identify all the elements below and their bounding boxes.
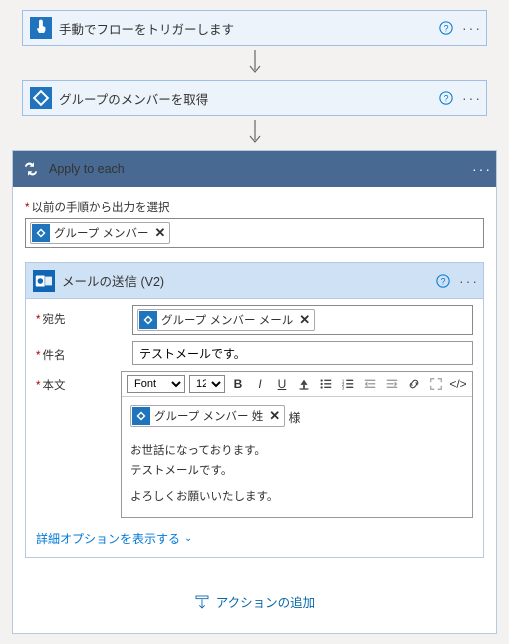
add-action-button[interactable]: アクションの追加: [25, 592, 484, 611]
svg-text:?: ?: [444, 24, 449, 34]
more-icon[interactable]: ···: [455, 269, 483, 293]
connector-arrow: [10, 116, 499, 150]
svg-text:?: ?: [441, 276, 446, 286]
bullet-list-button[interactable]: [317, 375, 335, 393]
send-mail-header[interactable]: メールの送信 (V2) ? ···: [26, 263, 483, 299]
dynamic-token[interactable]: グループ メンバー メール ✕: [137, 309, 315, 331]
strike-button[interactable]: [295, 375, 313, 393]
svg-text:3: 3: [342, 385, 345, 390]
azure-ad-icon: [132, 407, 150, 425]
token-remove-icon[interactable]: ✕: [155, 225, 166, 241]
outlook-icon: [26, 263, 62, 299]
rte-body[interactable]: グループ メンバー 姓 ✕ 様 お世話になっております。 テストメールです。 よ…: [122, 397, 472, 517]
apply-input-field[interactable]: グループ メンバー ✕: [25, 218, 484, 248]
more-icon[interactable]: ···: [458, 86, 486, 110]
code-view-button[interactable]: </>: [449, 375, 467, 393]
apply-to-each-title: Apply to each: [49, 162, 468, 176]
azure-ad-icon: [23, 80, 59, 116]
apply-to-each-header[interactable]: Apply to each ···: [13, 151, 496, 187]
help-icon[interactable]: ?: [434, 16, 458, 40]
outdent-button[interactable]: [361, 375, 379, 393]
underline-button[interactable]: U: [273, 375, 291, 393]
token-remove-icon[interactable]: ✕: [269, 408, 280, 424]
help-icon[interactable]: ?: [434, 86, 458, 110]
apply-input-label: *以前の手順から出力を選択: [25, 199, 484, 215]
svg-text:?: ?: [444, 94, 449, 104]
trigger-title: 手動でフローをトリガーします: [59, 19, 434, 38]
loop-icon: [13, 151, 49, 187]
send-mail-step: メールの送信 (V2) ? ··· *宛先 グループ メンバー メール: [25, 262, 484, 558]
token-remove-icon[interactable]: ✕: [299, 312, 310, 328]
get-members-title: グループのメンバーを取得: [59, 89, 434, 108]
richtext-editor: Font 12 B I U 123: [121, 371, 473, 518]
dynamic-token[interactable]: グループ メンバー ✕: [30, 222, 170, 244]
advanced-options-link[interactable]: 詳細オプションを表示する ⌄: [36, 530, 473, 547]
dynamic-token[interactable]: グループ メンバー 姓 ✕: [130, 405, 285, 427]
more-icon[interactable]: ···: [458, 16, 486, 40]
more-icon[interactable]: ···: [468, 157, 496, 181]
to-label: *宛先: [36, 305, 132, 327]
expand-button[interactable]: [427, 375, 445, 393]
get-members-step[interactable]: グループのメンバーを取得 ? ···: [22, 80, 487, 116]
to-field[interactable]: グループ メンバー メール ✕: [132, 305, 473, 335]
apply-to-each-container: Apply to each ··· *以前の手順から出力を選択 グループ メンバ…: [12, 150, 497, 634]
link-button[interactable]: [405, 375, 423, 393]
body-label: *本文: [36, 371, 121, 393]
subject-label: *件名: [36, 341, 132, 363]
help-icon[interactable]: ?: [431, 269, 455, 293]
font-select[interactable]: Font: [127, 375, 185, 393]
subject-input[interactable]: [132, 341, 473, 365]
touch-icon: [23, 10, 59, 46]
number-list-button[interactable]: 123: [339, 375, 357, 393]
azure-ad-icon: [139, 311, 157, 329]
chevron-down-icon: ⌄: [184, 533, 192, 544]
bold-button[interactable]: B: [229, 375, 247, 393]
add-action-icon: [194, 594, 210, 610]
rte-toolbar: Font 12 B I U 123: [122, 372, 472, 397]
italic-button[interactable]: I: [251, 375, 269, 393]
send-mail-title: メールの送信 (V2): [62, 271, 431, 290]
fontsize-select[interactable]: 12: [189, 375, 225, 393]
azure-ad-icon: [32, 224, 50, 242]
trigger-step[interactable]: 手動でフローをトリガーします ? ···: [22, 10, 487, 46]
indent-button[interactable]: [383, 375, 401, 393]
connector-arrow: [10, 46, 499, 80]
